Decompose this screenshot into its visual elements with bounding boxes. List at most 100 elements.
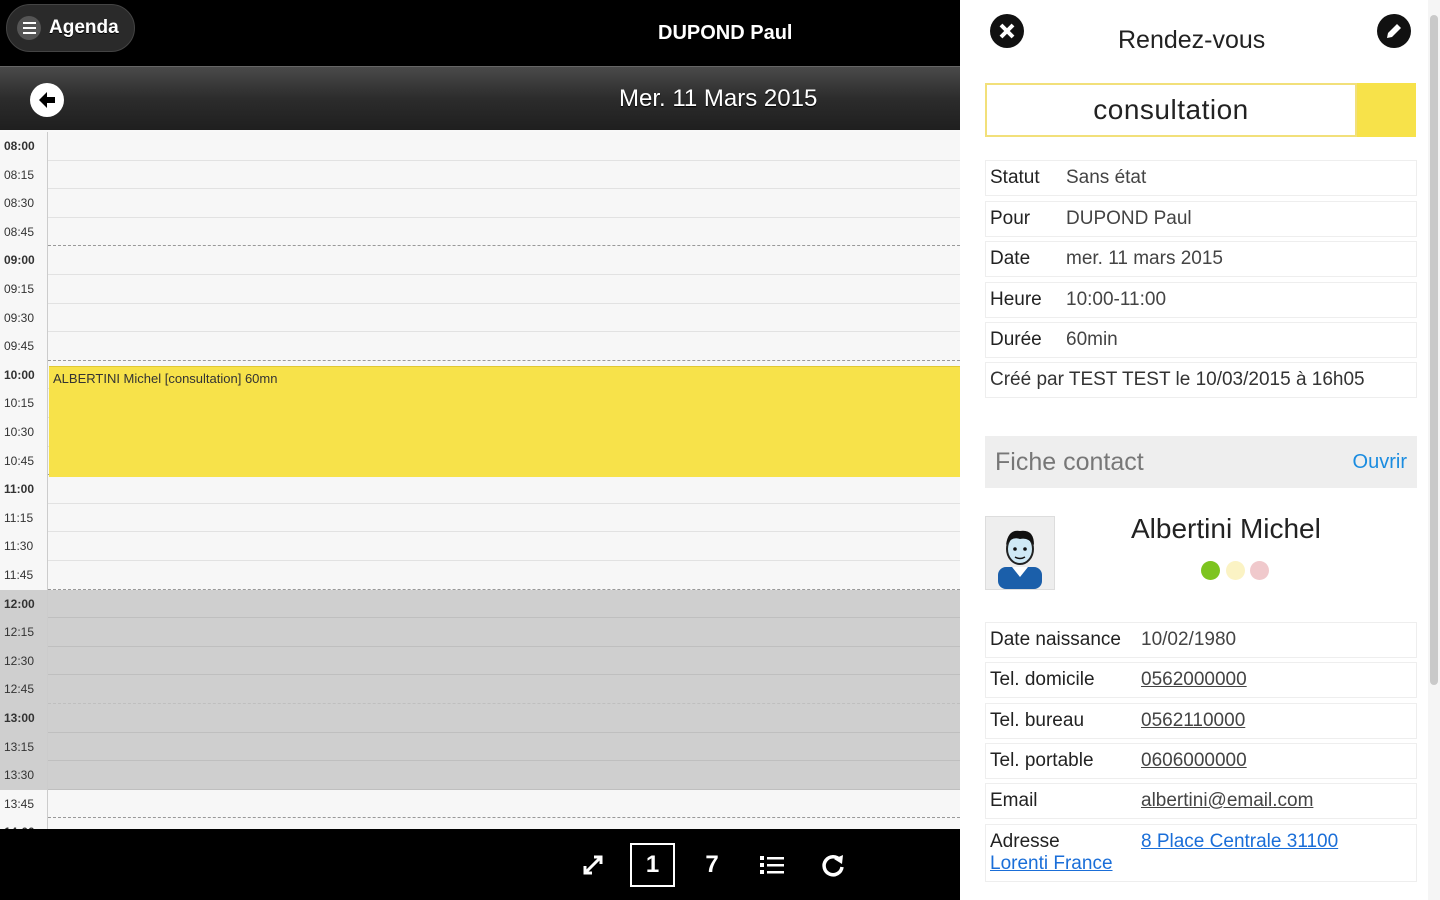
address-link-line1[interactable]: 8 Place Centrale 31100 xyxy=(1141,831,1338,852)
contact-row: Email albertini@email.com xyxy=(985,783,1417,819)
time-slot[interactable]: 11:30 xyxy=(0,532,960,561)
expand-button[interactable] xyxy=(578,843,608,887)
detail-row-value: 10:00-11:00 xyxy=(1066,289,1167,310)
status-dot-green xyxy=(1201,561,1220,580)
contact-card-title: Fiche contact xyxy=(995,447,1144,476)
appointment-type-color xyxy=(1357,83,1416,137)
time-slot[interactable]: 08:15 xyxy=(0,160,960,190)
week-view-button[interactable]: 7 xyxy=(697,843,727,887)
time-label: 09:45 xyxy=(0,332,48,361)
menu-icon xyxy=(17,16,41,40)
day-view-button[interactable]: 1 xyxy=(630,843,675,887)
refresh-icon xyxy=(822,855,844,877)
time-label: 11:00 xyxy=(0,475,48,504)
contact-row-value[interactable]: 0562000000 xyxy=(1141,669,1247,691)
detail-row: Pour DUPOND Paul xyxy=(985,201,1417,237)
list-icon xyxy=(760,856,784,874)
expand-icon xyxy=(583,855,603,875)
created-info-row: Créé par TEST TEST le 10/03/2015 à 16h05 xyxy=(985,362,1417,398)
time-label: 11:45 xyxy=(0,561,48,590)
bottom-toolbar: 1 7 xyxy=(0,829,960,900)
time-label: 08:45 xyxy=(0,217,48,247)
time-slot[interactable]: 09:30 xyxy=(0,303,960,333)
time-label: 10:00 xyxy=(0,360,48,390)
time-label: 10:45 xyxy=(0,446,48,476)
contact-row-value[interactable]: 0606000000 xyxy=(1141,750,1247,772)
contact-row-label: Email xyxy=(990,790,1038,811)
date-bar: Mer. 11 Mars 2015 xyxy=(0,66,960,130)
time-label: 12:45 xyxy=(0,675,48,704)
time-label: 12:00 xyxy=(0,589,48,619)
time-slot[interactable]: 11:15 xyxy=(0,503,960,533)
detail-row-label: Pour xyxy=(990,208,1031,229)
time-slot[interactable]: 08:30 xyxy=(0,189,960,218)
time-slot[interactable]: 12:15 xyxy=(0,618,960,647)
appointment-event[interactable]: ALBERTINI Michel [consultation] 60mn xyxy=(49,366,960,477)
time-label: 09:15 xyxy=(0,275,48,304)
status-dot-pink xyxy=(1250,561,1269,580)
detail-row: Durée 60min xyxy=(985,322,1417,358)
time-slot[interactable]: 12:00 xyxy=(0,589,960,619)
detail-row: Date mer. 11 mars 2015 xyxy=(985,241,1417,277)
back-button[interactable] xyxy=(30,83,64,117)
contact-row: Tel. domicile 0562000000 xyxy=(985,662,1417,698)
top-bar: Agenda DUPOND Paul xyxy=(0,0,960,66)
detail-row-value: mer. 11 mars 2015 xyxy=(1066,248,1224,269)
time-slot[interactable]: 11:45 xyxy=(0,561,960,590)
contact-row-value[interactable]: albertini@email.com xyxy=(1141,790,1313,812)
time-label: 09:00 xyxy=(0,246,48,275)
refresh-button[interactable] xyxy=(818,843,848,887)
pencil-icon xyxy=(1387,24,1401,38)
time-slot[interactable]: 08:45 xyxy=(0,217,960,247)
time-label: 11:15 xyxy=(0,503,48,533)
contact-row: Tel. portable 0606000000 xyxy=(985,743,1417,779)
detail-row: Statut Sans état xyxy=(985,160,1417,196)
time-slot[interactable]: 12:45 xyxy=(0,675,960,704)
created-info: Créé par TEST TEST le 10/03/2015 à 16h05 xyxy=(990,369,1365,390)
time-label: 12:15 xyxy=(0,618,48,647)
status-dot-yellow xyxy=(1226,561,1245,580)
time-slot[interactable]: 13:00 xyxy=(0,704,960,733)
detail-row-label: Heure xyxy=(990,289,1042,310)
time-slot[interactable]: 09:45 xyxy=(0,332,960,361)
calendar-owner: DUPOND Paul xyxy=(658,22,793,44)
close-icon xyxy=(999,23,1015,39)
list-view-button[interactable] xyxy=(757,843,787,887)
time-slot[interactable]: 13:15 xyxy=(0,732,960,762)
time-slot[interactable]: 12:30 xyxy=(0,646,960,676)
detail-row-label: Durée xyxy=(990,329,1042,350)
time-slot[interactable]: 09:00 xyxy=(0,246,960,275)
day-grid[interactable]: 08:00 08:15 08:30 08:45 09:00 09:15 09:30 09:45… xyxy=(0,132,960,847)
time-label: 09:30 xyxy=(0,303,48,333)
address-label: Adresse xyxy=(990,831,1060,852)
address-link-line2[interactable]: Lorenti France xyxy=(990,853,1113,874)
address-row: Adresse 8 Place Centrale 31100 Lorenti Fr… xyxy=(985,824,1417,882)
contact-row-label: Tel. portable xyxy=(990,750,1094,771)
time-slot[interactable]: 08:00 xyxy=(0,132,960,161)
time-label: 11:30 xyxy=(0,532,48,561)
time-label: 08:00 xyxy=(0,132,48,161)
time-label: 13:45 xyxy=(0,789,48,819)
appointment-type: consultation xyxy=(985,83,1357,137)
detail-title: Rendez-vous xyxy=(1118,26,1266,54)
time-slot[interactable]: 13:30 xyxy=(0,761,960,790)
contact-row-label: Tel. domicile xyxy=(990,669,1095,690)
detail-row-value: DUPOND Paul xyxy=(1066,208,1192,229)
calendar-panel: Agenda DUPOND Paul Mer. 11 Mars 2015 08:… xyxy=(0,0,960,900)
current-date: Mer. 11 Mars 2015 xyxy=(619,85,818,112)
contact-row-value[interactable]: 0562110000 xyxy=(1141,710,1245,732)
contact-avatar xyxy=(985,516,1055,590)
agenda-menu-button[interactable]: Agenda xyxy=(6,4,135,52)
time-label: 13:00 xyxy=(0,704,48,733)
close-button[interactable] xyxy=(990,14,1024,48)
detail-row-label: Date xyxy=(990,248,1031,269)
time-slot[interactable]: 09:15 xyxy=(0,275,960,304)
time-label: 08:15 xyxy=(0,160,48,190)
contact-row-label: Tel. bureau xyxy=(990,710,1085,731)
time-slot[interactable]: 13:45 xyxy=(0,789,960,819)
scrollbar-thumb[interactable] xyxy=(1430,15,1438,685)
time-slot[interactable]: 11:00 xyxy=(0,475,960,504)
edit-button[interactable] xyxy=(1377,14,1411,48)
detail-row-value: Sans état xyxy=(1066,167,1147,188)
open-contact-link[interactable]: Ouvrir xyxy=(1353,451,1407,474)
